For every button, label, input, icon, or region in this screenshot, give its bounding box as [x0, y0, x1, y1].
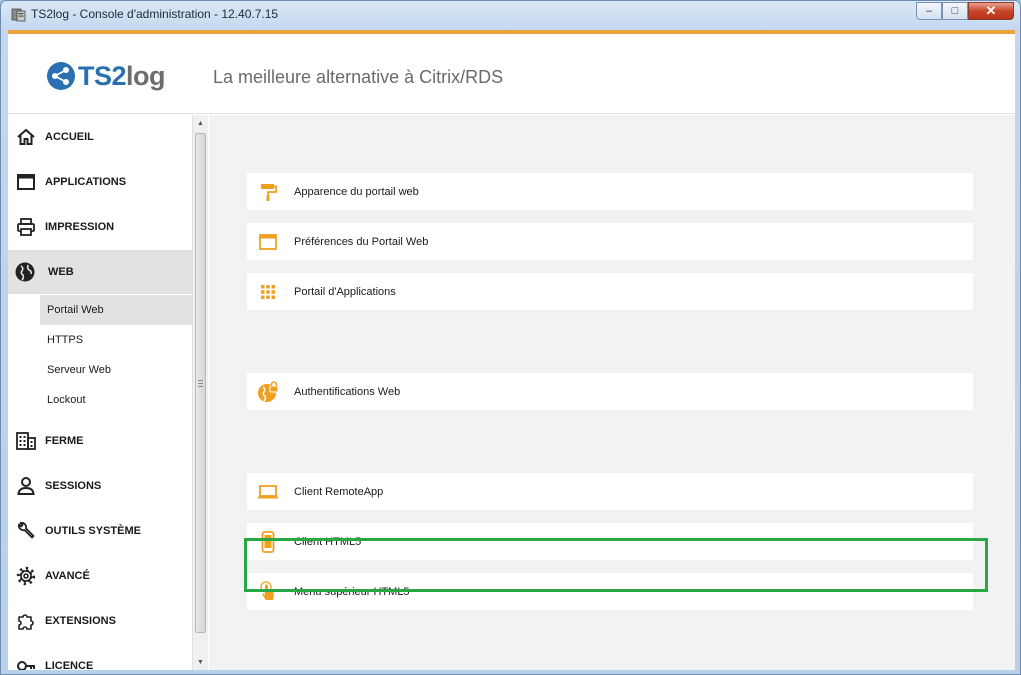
scroll-thumb[interactable] [195, 133, 206, 633]
browser-window-icon [257, 231, 279, 253]
globe-icon [14, 261, 36, 283]
sidebar-subitem-https[interactable]: HTTPS [40, 325, 192, 355]
card-label: Client RemoteApp [294, 485, 384, 498]
card-menu-superieur-html5[interactable]: Menu supérieur HTML5 [247, 573, 973, 610]
gear-icon [15, 565, 37, 587]
sidebar-subitem-label: Lockout [47, 394, 86, 406]
scroll-grip-icon [198, 380, 203, 387]
sidebar-item-outils-systeme[interactable]: OUTILS SYSTÈME [8, 509, 192, 553]
sidebar-subitem-label: Serveur Web [47, 364, 111, 376]
card-portail-applications[interactable]: Portail d'Applications [247, 273, 973, 310]
card-apparence-portail-web[interactable]: Apparence du portail web [247, 173, 973, 210]
logo: TS2log [46, 56, 166, 96]
minimize-button[interactable]: – [916, 2, 942, 20]
touch-icon [257, 580, 279, 603]
sidebar-item-label: FERME [45, 435, 84, 447]
sidebar-subitem-portail-web[interactable]: Portail Web [40, 295, 192, 325]
key-icon [15, 655, 37, 670]
card-label: Préférences du Portail Web [294, 235, 429, 248]
card-label: Authentifications Web [294, 385, 401, 398]
scroll-up-arrow-icon[interactable]: ▲ [193, 115, 208, 131]
puzzle-icon [15, 610, 37, 632]
window-controls: – □ ✕ [916, 2, 1014, 20]
sidebar-subitem-label: HTTPS [47, 334, 84, 346]
mobile-icon [257, 530, 279, 553]
window-icon [15, 171, 37, 193]
grid-icon [257, 281, 279, 303]
sidebar-subitem-lockout[interactable]: Lockout [40, 385, 192, 415]
logo-number: 2 [111, 60, 127, 91]
paint-roller-icon [257, 181, 279, 203]
card-client-html5[interactable]: Client HTML5 [247, 523, 973, 560]
sidebar-item-label: ACCUEIL [45, 131, 94, 143]
sidebar-subitem-label: Portail Web [47, 304, 104, 316]
card-label: Portail d'Applications [294, 285, 396, 298]
building-icon [15, 430, 37, 452]
laptop-icon [257, 481, 279, 503]
sidebar-item-impression[interactable]: IMPRESSION [8, 205, 192, 249]
sidebar-item-extensions[interactable]: EXTENSIONS [8, 599, 192, 643]
sidebar-item-licence[interactable]: LICENCE [8, 644, 192, 670]
sidebar-scrollbar[interactable]: ▲ ▼ [192, 115, 208, 670]
wrench-icon [15, 520, 37, 542]
sidebar-subitem-serveur-web[interactable]: Serveur Web [40, 355, 192, 385]
user-icon [15, 475, 37, 497]
sidebar-item-label: AVANCÉ [45, 570, 90, 582]
sidebar-item-accueil[interactable]: ACCUEIL [8, 115, 192, 159]
sidebar-item-label: APPLICATIONS [45, 176, 127, 188]
sidebar-item-applications[interactable]: APPLICATIONS [8, 160, 192, 204]
client-area: TS2log La meilleure alternative à Citrix… [8, 30, 1015, 670]
logo-share-icon [47, 62, 75, 90]
tagline: La meilleure alternative à Citrix/RDS [213, 67, 504, 87]
sidebar-item-label: EXTENSIONS [45, 615, 116, 627]
sidebar-item-label: LICENCE [45, 660, 94, 670]
sidebar-item-label: OUTILS SYSTÈME [45, 525, 141, 537]
app-window: TS2log - Console d'administration - 12.4… [0, 0, 1021, 675]
window-title: TS2log - Console d'administration - 12.4… [31, 7, 279, 21]
card-authentifications-web[interactable]: Authentifications Web [247, 373, 973, 410]
sidebar-item-web[interactable]: WEB [8, 250, 192, 294]
logo-suffix: log [126, 60, 166, 91]
header: TS2log La meilleure alternative à Citrix… [8, 34, 1015, 114]
title-bar[interactable]: TS2log - Console d'administration - 12.4… [1, 1, 1020, 29]
close-button[interactable]: ✕ [968, 2, 1014, 20]
logo-text: TS2log [78, 60, 166, 92]
sidebar-item-label: SESSIONS [45, 480, 102, 492]
main-content: Apparence du portail web Préférences du … [209, 115, 1015, 670]
card-label: Apparence du portail web [294, 185, 419, 198]
maximize-button[interactable]: □ [942, 2, 968, 20]
globe-lock-icon [257, 380, 279, 403]
app-icon [11, 8, 26, 22]
sidebar-item-ferme[interactable]: FERME [8, 419, 192, 463]
logo-prefix: TS [78, 60, 112, 91]
card-client-remoteapp[interactable]: Client RemoteApp [247, 473, 973, 510]
scroll-down-arrow-icon[interactable]: ▼ [193, 654, 208, 670]
sidebar-item-sessions[interactable]: SESSIONS [8, 464, 192, 508]
card-label: Menu supérieur HTML5 [294, 585, 410, 598]
card-label: Client HTML5 [294, 535, 362, 548]
sidebar-item-label: IMPRESSION [45, 221, 115, 233]
card-preferences-portail-web[interactable]: Préférences du Portail Web [247, 223, 973, 260]
sidebar-item-avance[interactable]: AVANCÉ [8, 554, 192, 598]
sidebar: ACCUEIL APPLICATIONS IMPRESSION WEB Port… [8, 115, 192, 670]
sidebar-item-label: WEB [48, 266, 74, 278]
home-icon [15, 126, 37, 148]
printer-icon [15, 216, 37, 238]
